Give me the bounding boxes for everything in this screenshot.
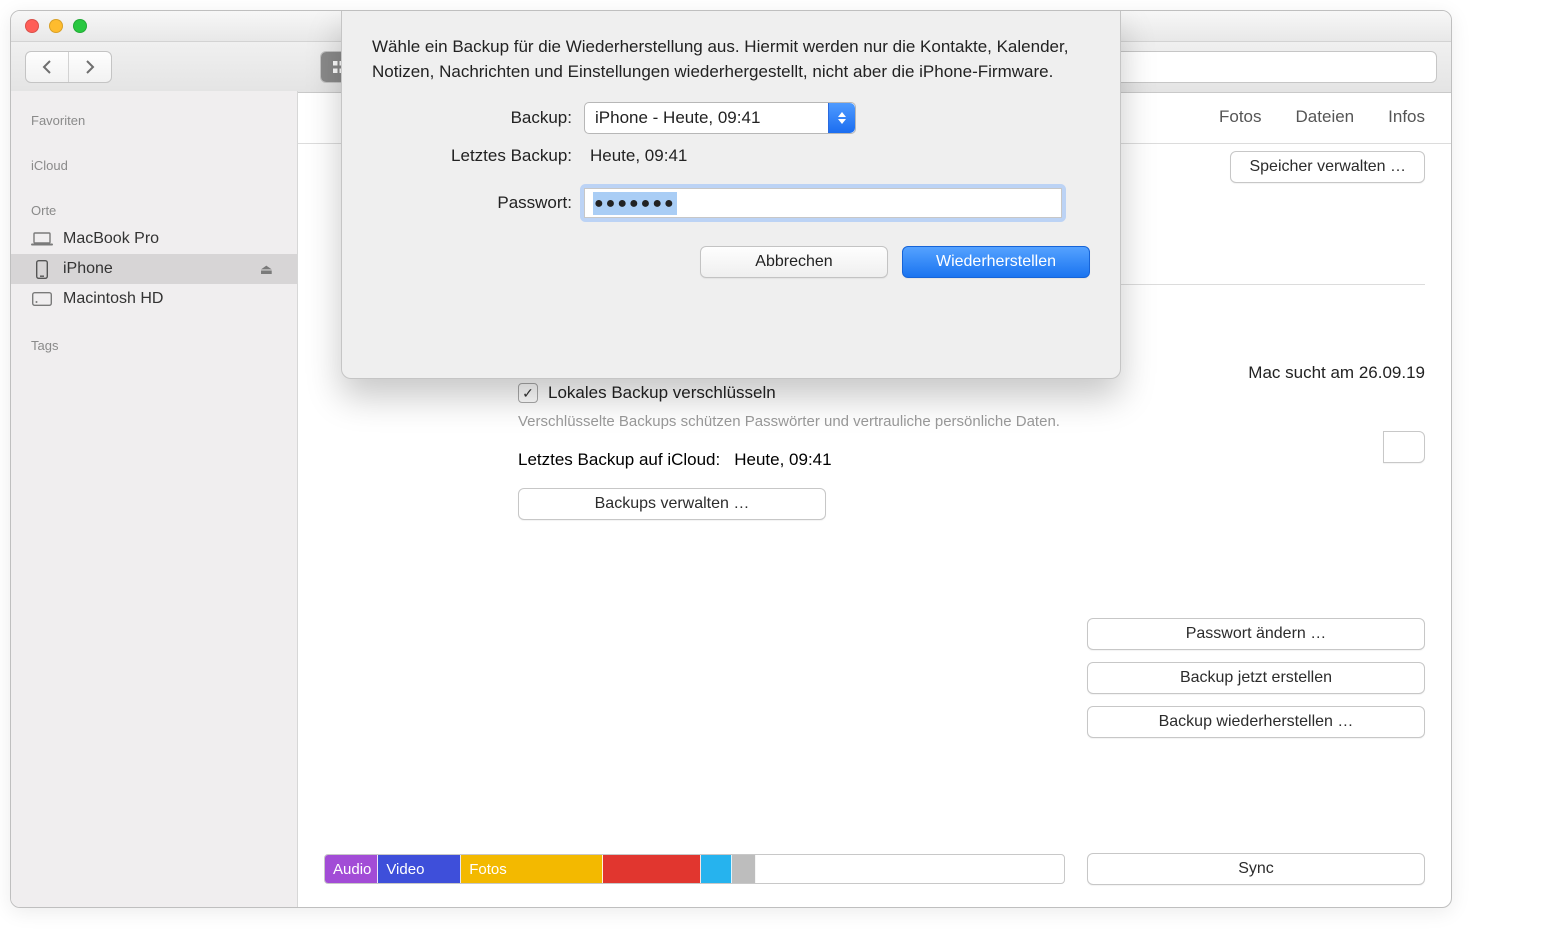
finder-window: iPhone [10,10,1452,908]
password-input[interactable]: ●●●●●●● [584,188,1062,218]
sidebar-section-tags[interactable]: Tags [11,328,297,359]
sidebar: Favoriten iCloud Orte MacBook Pro iPhone… [11,91,298,907]
encrypt-backup-checkbox[interactable]: Lokales Backup verschlüsseln [518,383,1425,403]
cancel-button[interactable]: Abbrechen [700,246,888,278]
minimize-window-button[interactable] [49,19,63,33]
updown-arrows-icon [828,103,855,133]
eject-icon[interactable]: ⏏ [260,261,273,278]
storage-bar-row: AudioVideoFotos Sync [324,853,1425,885]
sidebar-item-label: iPhone [63,260,113,278]
harddisk-icon [31,290,53,308]
sidebar-item-label: MacBook Pro [63,230,159,248]
password-label: Passwort: [372,193,572,213]
backup-now-button[interactable]: Backup jetzt erstellen [1087,662,1425,694]
sidebar-item-macintosh-hd[interactable]: Macintosh HD [11,284,297,314]
nav-back-button[interactable] [26,52,69,82]
restore-button[interactable]: Wiederherstellen [902,246,1090,278]
last-backup-value: Heute, 09:41 [590,146,687,166]
sidebar-item-macbook-pro[interactable]: MacBook Pro [11,224,297,254]
storage-segment [732,855,756,883]
last-icloud-backup-value: Heute, 09:41 [734,450,831,470]
backup-select-label: Backup: [372,108,572,128]
last-icloud-backup-label: Letztes Backup auf iCloud: [518,450,720,470]
last-backup-label: Letztes Backup: [372,146,572,166]
checkbox-icon [518,383,538,403]
tab-fotos[interactable]: Fotos [1219,107,1262,127]
checkbox-label: Lokales Backup verschlüsseln [548,383,776,403]
storage-segment: Video [378,855,461,883]
storage-segment: Audio [325,855,378,883]
encrypt-hint: Verschlüsselte Backups schützen Passwört… [518,413,1425,430]
traffic-lights [11,19,87,33]
laptop-icon [31,230,53,248]
sidebar-section-icloud[interactable]: iCloud [11,148,297,179]
restore-backup-sheet: Wähle ein Backup für die Wiederherstellu… [341,11,1121,379]
sidebar-section-favoriten[interactable]: Favoriten [11,103,297,134]
sidebar-item-label: Macintosh HD [63,290,163,308]
change-password-button[interactable]: Passwort ändern … [1087,618,1425,650]
nav-forward-button[interactable] [69,52,111,82]
backup-select[interactable]: iPhone - Heute, 09:41 [584,102,856,134]
sidebar-section-orte[interactable]: Orte [11,193,297,224]
chevron-right-icon [84,60,96,74]
close-window-button[interactable] [25,19,39,33]
storage-segment [701,855,732,883]
storage-bar: AudioVideoFotos [324,854,1065,884]
storage-segment [603,855,701,883]
nav-back-forward [25,51,112,83]
peek-text: Mac sucht am 26.09.19 [1248,363,1425,383]
backup-select-value: iPhone - Heute, 09:41 [595,108,760,128]
password-dots: ●●●●●●● [593,192,677,215]
chevron-left-icon [41,60,53,74]
iphone-icon [31,260,53,278]
zoom-window-button[interactable] [73,19,87,33]
restore-backup-button[interactable]: Backup wiederherstellen … [1087,706,1425,738]
storage-segment: Fotos [461,855,603,883]
partial-button-peek [1383,431,1425,463]
tab-infos[interactable]: Infos [1388,107,1425,127]
sidebar-item-iphone[interactable]: iPhone ⏏ [11,254,297,284]
manage-storage-button[interactable]: Speicher verwalten … [1230,151,1425,183]
tab-dateien[interactable]: Dateien [1296,107,1355,127]
modal-description: Wähle ein Backup für die Wiederherstellu… [372,35,1090,84]
manage-backups-button[interactable]: Backups verwalten … [518,488,826,520]
sync-button[interactable]: Sync [1087,853,1425,885]
